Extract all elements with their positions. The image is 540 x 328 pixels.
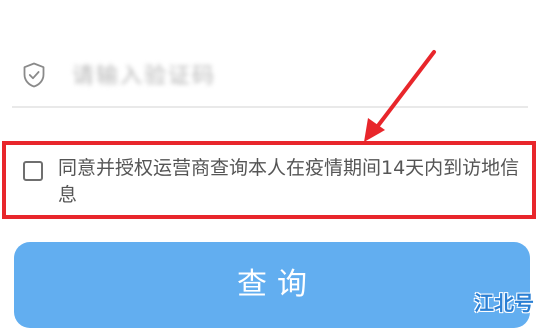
consent-checkbox[interactable] [23,161,43,181]
query-button[interactable]: 查询 [14,242,530,328]
field-divider [12,106,528,108]
shield-check-icon [23,62,45,88]
consent-text: 同意并授权运营商查询本人在疫情期间14天内到访地信息 [58,157,520,206]
watermark-logo: 江北号 [474,291,534,315]
verification-code-placeholder: 请输入验证码 [72,64,217,89]
consent-highlight-box: 同意并授权运营商查询本人在疫情期间14天内到访地信息 [2,141,536,219]
verification-code-field[interactable]: 请输入验证码 [12,40,528,106]
